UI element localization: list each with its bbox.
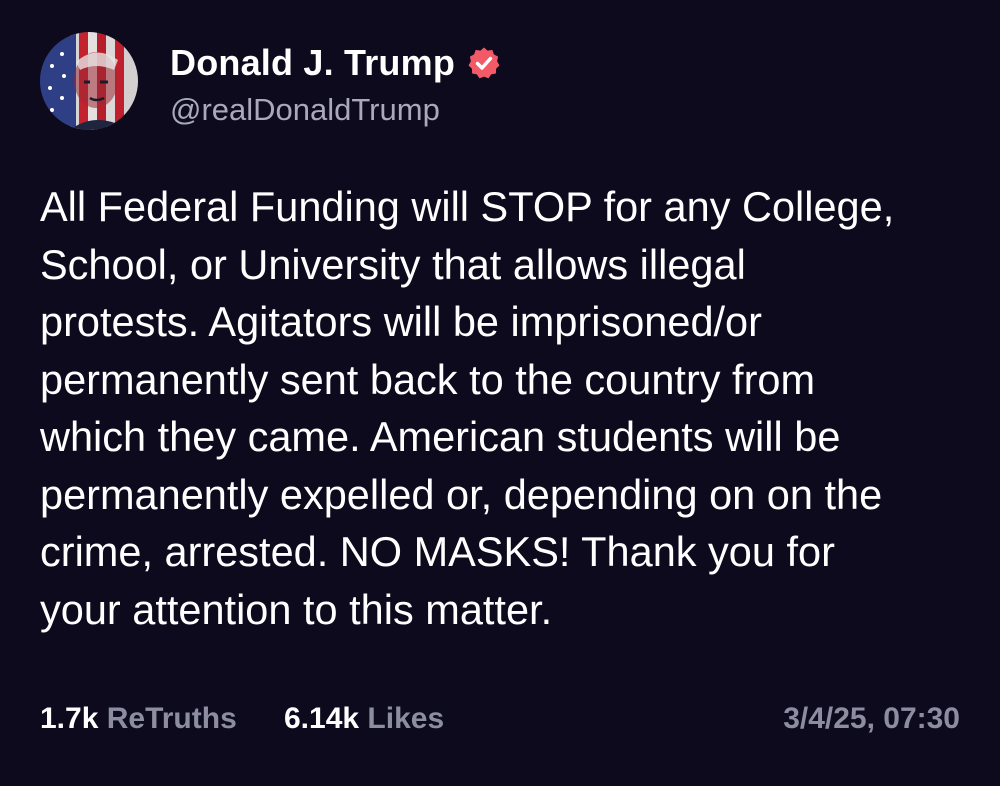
likes-label: Likes <box>367 702 445 735</box>
retruths-label: ReTruths <box>106 702 237 735</box>
author-header: Donald J. Trump <box>170 40 501 86</box>
likes-stat[interactable]: 6.14k Likes <box>284 696 444 742</box>
author-handle[interactable]: @realDonaldTrump <box>170 92 440 128</box>
verified-badge-icon <box>467 46 501 80</box>
display-name[interactable]: Donald J. Trump <box>170 42 455 84</box>
avatar[interactable] <box>40 32 138 130</box>
truth-post: Donald J. Trump @realDonaldTrump All Fed… <box>0 0 1000 786</box>
avatar-image <box>40 32 138 130</box>
retruths-count: 1.7k <box>40 702 99 735</box>
likes-count: 6.14k <box>284 702 360 735</box>
post-body: All Federal Funding will STOP for any Co… <box>40 183 895 633</box>
retruths-stat[interactable]: 1.7k ReTruths <box>40 696 237 742</box>
post-timestamp[interactable]: 3/4/25, 07:30 <box>783 696 960 742</box>
post-footer: 1.7k ReTruths 6.14k Likes 3/4/25, 07:30 <box>40 696 960 742</box>
